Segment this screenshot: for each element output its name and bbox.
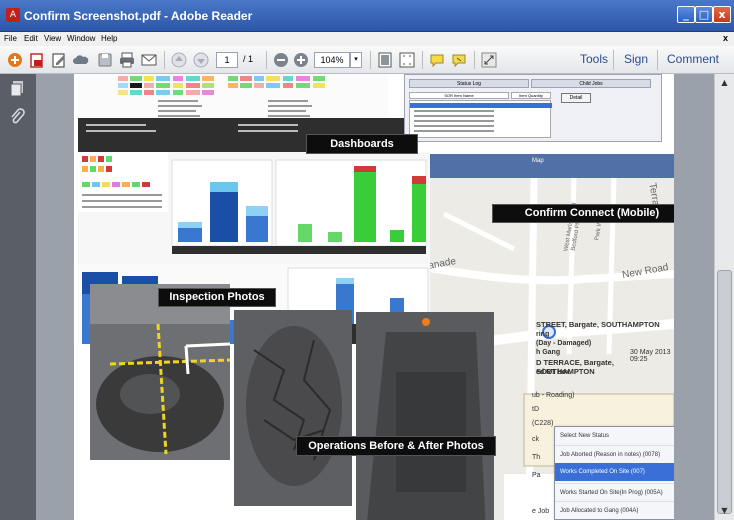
- mobile-label: Confirm Connect (Mobile): [492, 204, 674, 223]
- toolbar: 1 / 1 104% ▾ Tools Sign Comment: [0, 46, 734, 74]
- side-line: (C228): [532, 420, 554, 427]
- status-log-tab: Status Log: [409, 79, 529, 88]
- status-option: Job Aborted (Reason in notes) (0078): [555, 445, 674, 463]
- page-number-field[interactable]: 1: [216, 52, 238, 68]
- status-option: Job Allocated to Gang (004A): [555, 501, 674, 519]
- toolbar-separator: [474, 51, 475, 69]
- toolbar-separator: [266, 51, 267, 69]
- window-title: Confirm Screenshot.pdf - Adobe Reader: [24, 9, 253, 23]
- attachments-paperclip-icon[interactable]: [9, 108, 25, 126]
- item-quantity-column: Item Quantity: [511, 92, 551, 99]
- save-icon[interactable]: [96, 51, 114, 69]
- edit-pdf-icon[interactable]: [50, 51, 68, 69]
- detail-button: Detail: [561, 93, 591, 103]
- dashboard-charts-image: [78, 152, 430, 264]
- menu-file[interactable]: File: [4, 34, 17, 43]
- maximize-button[interactable]: □: [695, 6, 713, 23]
- dashboards-label: Dashboards: [306, 134, 418, 154]
- expand-view-icon[interactable]: [480, 51, 498, 69]
- tools-tab[interactable]: Tools: [580, 52, 608, 66]
- close-document-button[interactable]: x: [723, 33, 728, 43]
- email-icon[interactable]: [140, 51, 158, 69]
- menu-bar: File Edit View Window Help x: [0, 32, 734, 46]
- previous-page-icon[interactable]: [170, 51, 188, 69]
- pdf-page: Status Log Child Jobs SOR Item Name Item…: [74, 74, 674, 520]
- minimize-button[interactable]: _: [677, 6, 695, 23]
- job-detail-line: h Gang: [536, 349, 561, 356]
- child-jobs-tab: Child Jobs: [531, 79, 651, 88]
- zoom-in-icon[interactable]: [292, 51, 310, 69]
- status-log-panel: Status Log Child Jobs SOR Item Name Item…: [404, 74, 662, 142]
- sor-item-list: [409, 100, 552, 138]
- status-option: Works Started On Site(In Prog) (005A): [555, 483, 674, 501]
- comment-bubble-icon[interactable]: [428, 51, 446, 69]
- vertical-scrollbar[interactable]: ▲ ▼: [714, 74, 734, 520]
- open-file-icon[interactable]: [28, 51, 46, 69]
- title-bar: A Confirm Screenshot.pdf - Adobe Reader …: [0, 0, 734, 32]
- scroll-down-arrow-icon[interactable]: ▼: [717, 504, 732, 518]
- zoom-level-field[interactable]: 104%: [314, 52, 350, 68]
- side-line: tD: [532, 406, 539, 413]
- next-page-icon[interactable]: [192, 51, 210, 69]
- sor-item-name-column: SOR Item Name: [409, 92, 509, 99]
- page-thumbnails-icon[interactable]: [9, 80, 25, 98]
- close-button[interactable]: x: [713, 6, 731, 23]
- status-dropdown: Select New Status Job Aborted (Reason in…: [554, 426, 674, 520]
- print-icon[interactable]: [118, 51, 136, 69]
- toolbar-separator: [370, 51, 371, 69]
- side-line: ck: [532, 436, 539, 443]
- mobile-footer: e Job: [532, 508, 550, 515]
- cloud-share-icon[interactable]: [72, 51, 90, 69]
- scroll-up-arrow-icon[interactable]: ▲: [717, 76, 732, 90]
- status-option: Select New Status: [560, 433, 610, 439]
- status-option-selected: Works Completed On Site (007): [555, 463, 674, 481]
- sign-tab[interactable]: Sign: [624, 52, 648, 66]
- scrollbar-thumb[interactable]: [717, 270, 732, 514]
- comment-tab[interactable]: Comment: [667, 52, 719, 66]
- menu-edit[interactable]: Edit: [24, 34, 38, 43]
- inspection-photo-1: [90, 284, 230, 460]
- toolbar-separator: [657, 50, 658, 70]
- side-line: Th: [532, 454, 541, 461]
- map-header: Map: [532, 158, 544, 164]
- fit-width-icon[interactable]: [398, 51, 416, 69]
- menu-window[interactable]: Window: [67, 34, 95, 43]
- document-view[interactable]: Status Log Child Jobs SOR Item Name Item…: [36, 74, 714, 520]
- side-line: Pa: [532, 472, 541, 479]
- fit-page-icon[interactable]: [376, 51, 394, 69]
- inspection-photo-2: [234, 310, 352, 506]
- toolbar-separator: [613, 50, 614, 70]
- adobe-reader-icon: A: [6, 8, 20, 22]
- zoom-out-icon[interactable]: [272, 51, 290, 69]
- job-address-1: STREET, Bargate, SOUTHAMPTON: [536, 320, 660, 329]
- operations-photo: [356, 312, 494, 520]
- toolbar-separator: [164, 51, 165, 69]
- toolbar-separator: [422, 51, 423, 69]
- page-total: / 1: [243, 54, 254, 64]
- job-detail-line: ring: [536, 331, 550, 338]
- operations-photos-label: Operations Before & After Photos: [296, 436, 496, 456]
- zoom-dropdown-chevron-down-icon[interactable]: ▾: [350, 52, 362, 68]
- side-line: ub - Roading): [532, 392, 575, 399]
- job-detail-line: ed RT box: [536, 369, 570, 376]
- job-detail-line: (Day - Damaged): [536, 340, 592, 347]
- menu-view[interactable]: View: [44, 34, 61, 43]
- create-pdf-icon[interactable]: [6, 51, 24, 69]
- menu-help[interactable]: Help: [101, 34, 117, 43]
- navigation-pane: [0, 74, 36, 520]
- inspection-photos-label: Inspection Photos: [158, 288, 276, 307]
- highlight-icon[interactable]: [450, 51, 468, 69]
- adobe-reader-window: A Confirm Screenshot.pdf - Adobe Reader …: [0, 0, 734, 520]
